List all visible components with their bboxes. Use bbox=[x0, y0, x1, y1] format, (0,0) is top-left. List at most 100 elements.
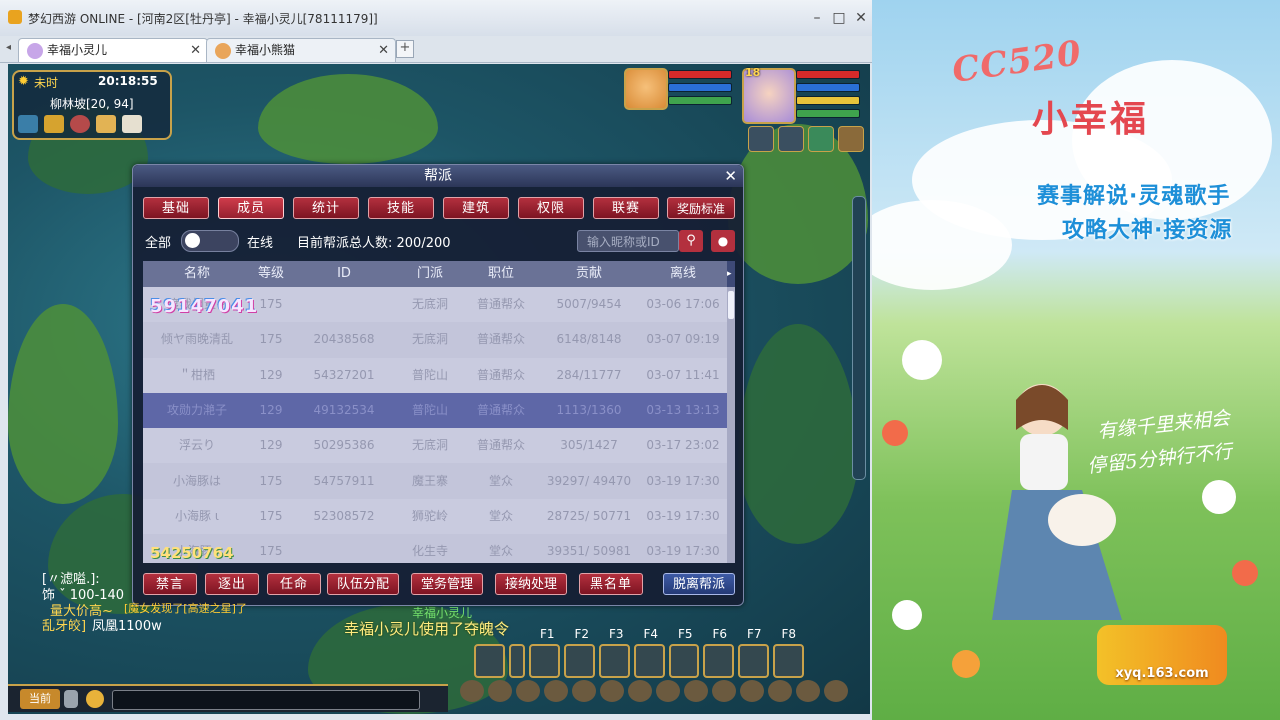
items-icon[interactable] bbox=[488, 680, 512, 702]
tab-skills[interactable]: 技能 bbox=[368, 197, 434, 219]
table-row[interactable]: 小海豚 ι 175 52308572 狮驼岭 堂众 28725/ 50771 03-19 1… bbox=[143, 499, 727, 534]
leave-guild-button[interactable]: 脱离帮派 bbox=[663, 573, 735, 595]
cell-level: 129 bbox=[259, 403, 283, 418]
pet-avatar[interactable] bbox=[624, 68, 668, 110]
close-icon[interactable]: ✕ bbox=[724, 167, 737, 185]
scene-scrollbar[interactable] bbox=[852, 196, 866, 480]
tab-stats[interactable]: 统计 bbox=[293, 197, 359, 219]
scroll-right-icon[interactable]: ▸ bbox=[727, 261, 735, 287]
skill-slot-icon[interactable] bbox=[633, 644, 665, 678]
blacklist-button[interactable]: 黑名单 bbox=[579, 573, 643, 595]
map-icon[interactable] bbox=[18, 115, 38, 133]
guild-icon[interactable] bbox=[656, 680, 680, 702]
microphone-icon[interactable] bbox=[64, 690, 78, 708]
column-header[interactable]: ID bbox=[291, 261, 397, 287]
cell-position: 普通帮众 bbox=[476, 438, 525, 453]
cell-position: 普通帮众 bbox=[476, 297, 525, 312]
tab-buildings[interactable]: 建筑 bbox=[443, 197, 509, 219]
skill-icon[interactable] bbox=[748, 126, 774, 152]
hotbar-gear-icon[interactable] bbox=[474, 644, 505, 678]
girl-illustration bbox=[992, 384, 1122, 620]
cell-contrib: 39297/ 49470 bbox=[546, 473, 632, 488]
tab-league[interactable]: 联赛 bbox=[593, 197, 659, 219]
cell-offline: 03-17 23:02 bbox=[646, 438, 720, 453]
settings-icon[interactable] bbox=[796, 680, 820, 702]
admission-button[interactable]: 接纳处理 bbox=[495, 573, 567, 595]
skill-slot-icon[interactable] bbox=[738, 644, 770, 678]
menu-icon[interactable] bbox=[824, 680, 848, 702]
maximize-icon[interactable]: □ bbox=[830, 9, 848, 27]
friends-icon[interactable] bbox=[768, 680, 792, 702]
cell-sect: 魔王寨 bbox=[411, 473, 448, 488]
skill-icon[interactable] bbox=[808, 126, 834, 152]
scroll-thumb[interactable] bbox=[728, 291, 734, 319]
tab-permissions[interactable]: 权限 bbox=[518, 197, 584, 219]
pet-mp-bar bbox=[668, 83, 732, 92]
tab-rewards[interactable]: 奖励标准 bbox=[667, 197, 735, 219]
cell-offline: 03-19 17:30 bbox=[646, 544, 720, 559]
tab-members[interactable]: 成员 bbox=[218, 197, 284, 219]
tab-basic[interactable]: 基础 bbox=[143, 197, 209, 219]
ship-icon[interactable] bbox=[712, 680, 736, 702]
avatar-icon bbox=[215, 43, 231, 59]
column-header[interactable]: 离线 bbox=[639, 261, 727, 287]
skill-icon[interactable] bbox=[838, 126, 864, 152]
pet-icon[interactable] bbox=[600, 680, 624, 702]
table-scrollbar[interactable] bbox=[727, 287, 735, 563]
cell-sect: 狮驼岭 bbox=[411, 508, 448, 523]
peach-icon[interactable] bbox=[740, 680, 764, 702]
table-row[interactable]: 攻勋力滟子 129 49132534 普陀山 普通帮众 1113/1360 03-13 13… bbox=[143, 392, 727, 429]
column-header[interactable]: 贡献 bbox=[539, 261, 639, 287]
tab-scroll-icon[interactable]: ◂ bbox=[6, 42, 11, 53]
column-header[interactable]: 职位 bbox=[463, 261, 539, 287]
skill-slot-icon[interactable] bbox=[703, 644, 735, 678]
trade-icon[interactable] bbox=[544, 680, 568, 702]
hotbar-page-icon[interactable] bbox=[508, 644, 526, 678]
column-header[interactable]: 等级 bbox=[251, 261, 291, 287]
hall-affairs-button[interactable]: 堂务管理 bbox=[411, 573, 483, 595]
skill-slot-icon[interactable] bbox=[564, 644, 595, 678]
cell-id: 54327201 bbox=[313, 367, 375, 382]
cell-contrib: 28725/ 50771 bbox=[546, 508, 632, 523]
cell-offline: 03-07 09:19 bbox=[646, 332, 720, 347]
column-header[interactable]: 名称 bbox=[143, 261, 251, 287]
channel-button[interactable]: 当前 bbox=[20, 689, 60, 709]
compass-icon[interactable] bbox=[70, 115, 90, 133]
tab-character-2[interactable]: 幸福小熊猫 ✕ bbox=[206, 38, 396, 62]
give-icon[interactable] bbox=[516, 680, 540, 702]
cell-position: 普通帮众 bbox=[476, 332, 525, 347]
microphone-icon[interactable]: ● bbox=[711, 230, 735, 252]
chat-input[interactable] bbox=[112, 690, 420, 710]
book-icon[interactable] bbox=[44, 115, 64, 133]
calendar-icon[interactable] bbox=[122, 115, 142, 133]
team-assign-button[interactable]: 队伍分配 bbox=[327, 573, 399, 595]
emoji-icon[interactable] bbox=[86, 690, 104, 708]
close-tab-icon[interactable]: ✕ bbox=[378, 39, 389, 62]
close-icon[interactable]: ✕ bbox=[852, 9, 870, 27]
skill-slot-icon[interactable] bbox=[668, 644, 700, 678]
search-icon[interactable]: ⚲ bbox=[679, 230, 703, 252]
skill-slot-icon[interactable] bbox=[599, 644, 630, 678]
close-tab-icon[interactable]: ✕ bbox=[190, 39, 201, 62]
cell-sect: 无底洞 bbox=[411, 332, 448, 347]
table-row[interactable]: 浮云り 129 50295386 无底洞 普通帮众 305/1427 03-17 23:02 bbox=[143, 428, 727, 463]
tab-character-1[interactable]: 幸福小灵儿 ✕ bbox=[18, 38, 208, 62]
column-header[interactable]: 门派 bbox=[397, 261, 463, 287]
attack-icon[interactable] bbox=[460, 680, 484, 702]
table-row[interactable]: 小海豚は 175 54757911 魔王寨 堂众 39297/ 49470 03-19 17… bbox=[143, 463, 727, 499]
add-tab-button[interactable]: + bbox=[396, 40, 414, 58]
minimize-icon[interactable]: – bbox=[808, 9, 826, 27]
scroll-icon[interactable] bbox=[96, 115, 116, 133]
hero-mp-bar bbox=[796, 83, 860, 92]
skill-slot-icon[interactable] bbox=[529, 644, 561, 678]
cell-offline: 03-19 17:30 bbox=[646, 473, 720, 488]
online-toggle[interactable] bbox=[181, 230, 239, 252]
bell-icon[interactable] bbox=[684, 680, 708, 702]
table-row[interactable]: ＂柑栖 129 54327201 普陀山 普通帮众 284/11777 03-07 11:4… bbox=[143, 358, 727, 393]
skill-icon[interactable] bbox=[778, 126, 804, 152]
table-row[interactable]: 倾ヤ雨晚清乱 175 20438568 无底洞 普通帮众 6148/8148 03-07 0… bbox=[143, 322, 727, 358]
skill-slot-icon[interactable] bbox=[773, 644, 804, 678]
search-input[interactable]: 输入昵称或ID bbox=[577, 230, 679, 252]
task-icon[interactable] bbox=[628, 680, 652, 702]
team-icon[interactable] bbox=[572, 680, 596, 702]
